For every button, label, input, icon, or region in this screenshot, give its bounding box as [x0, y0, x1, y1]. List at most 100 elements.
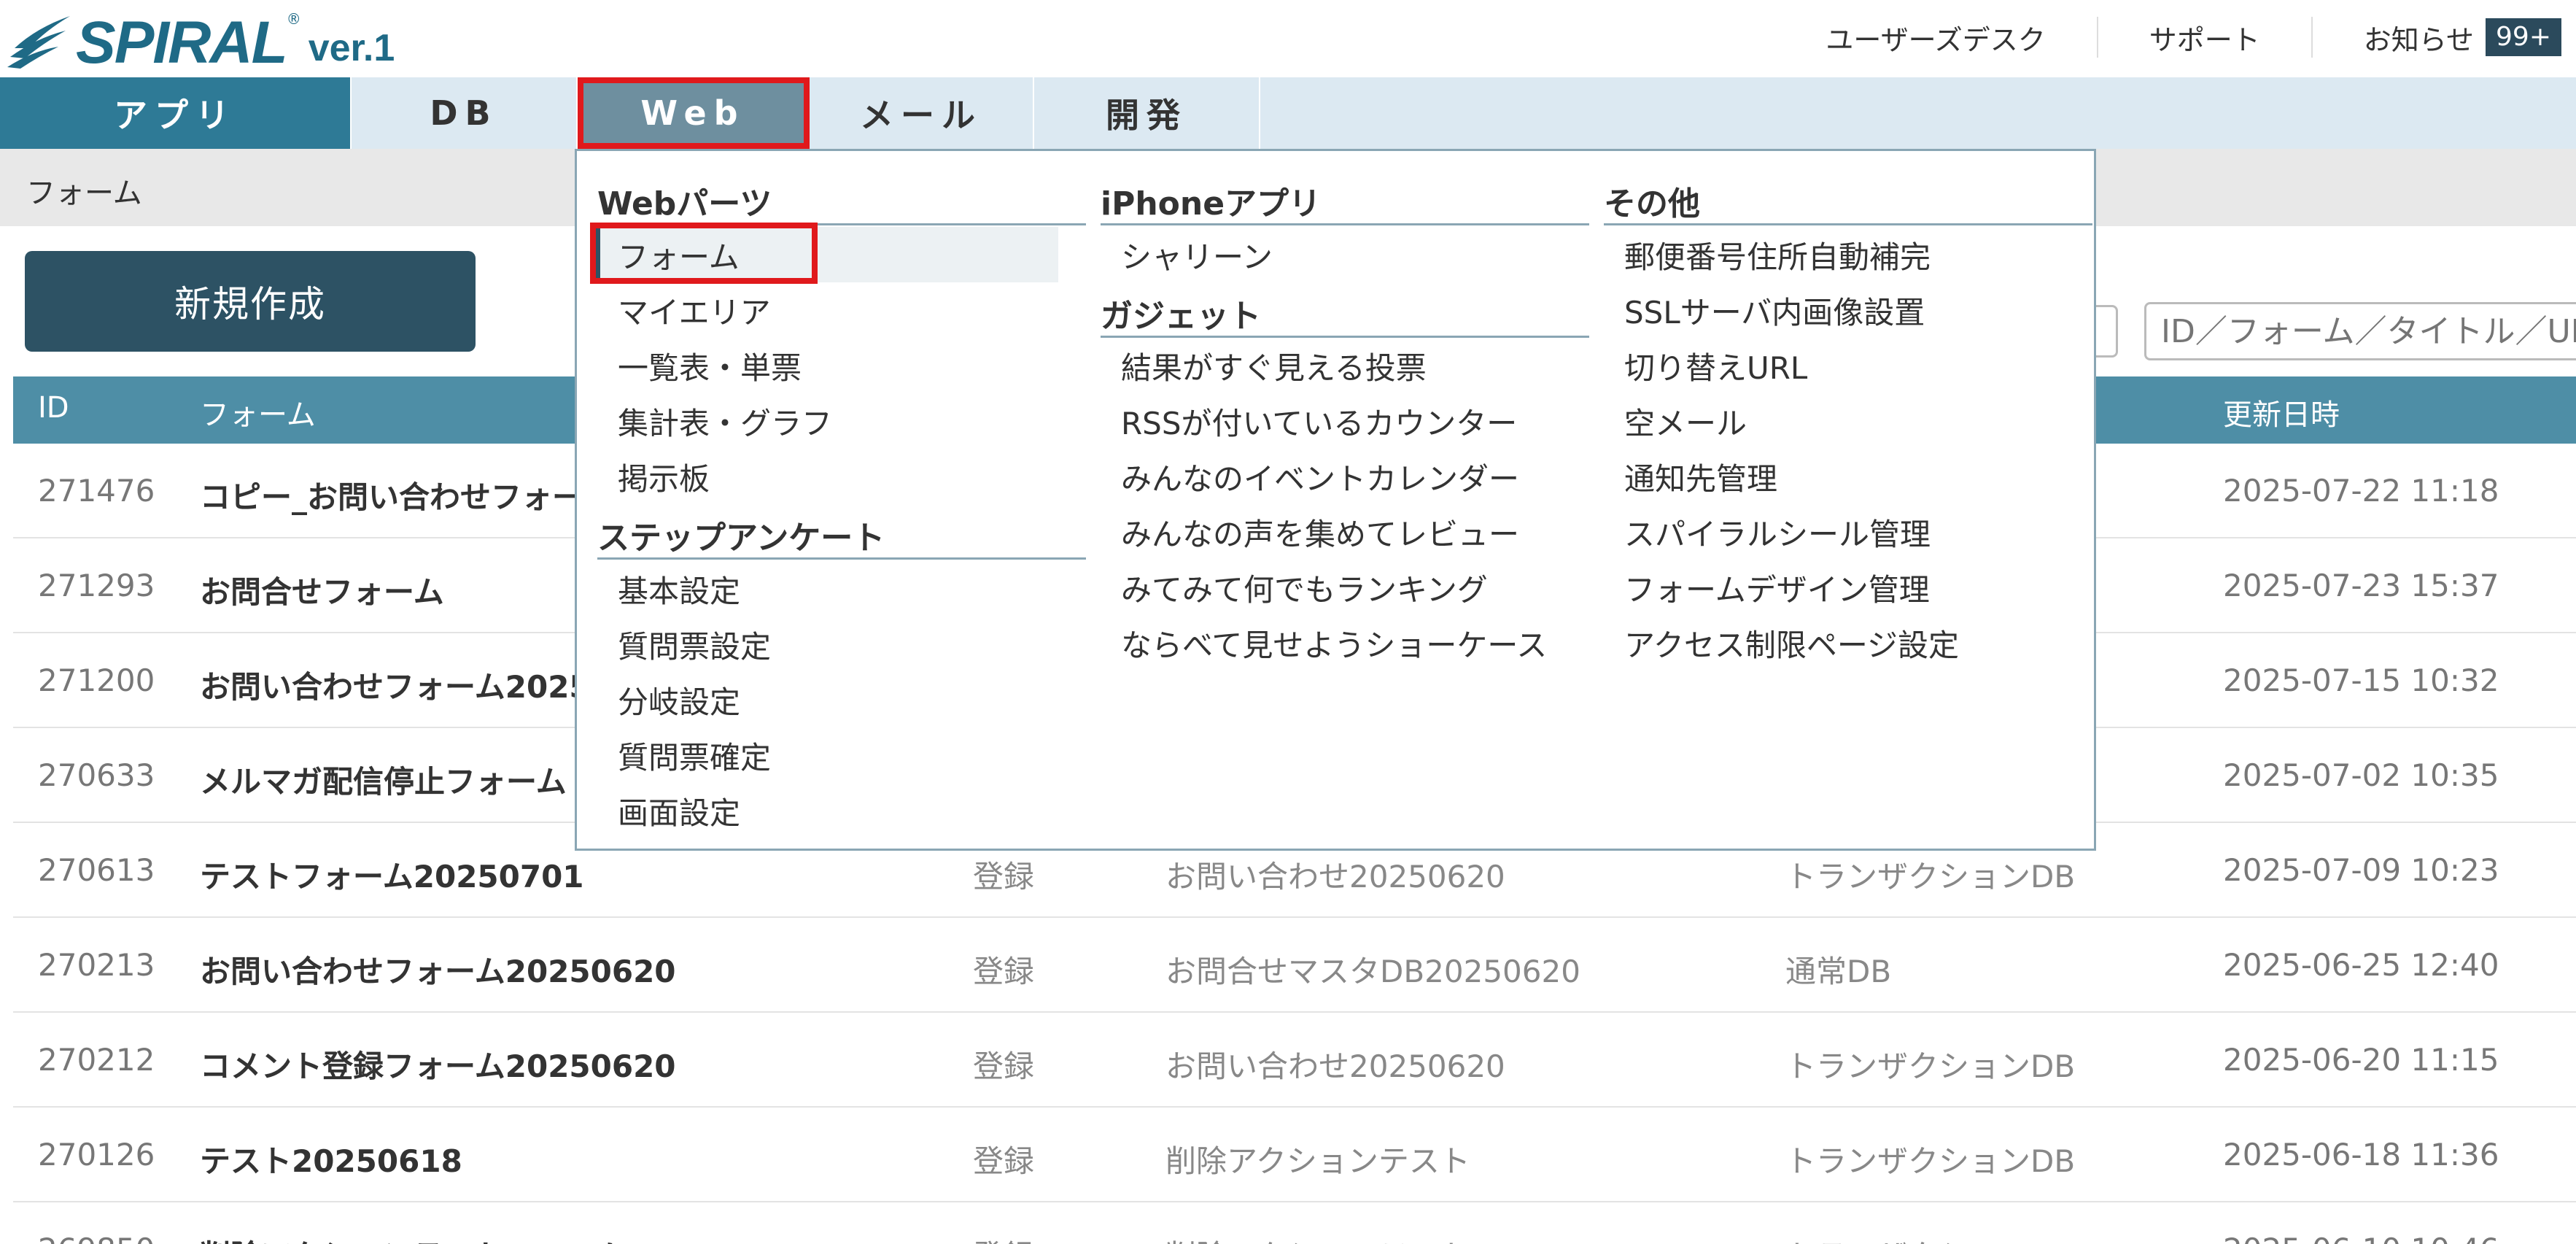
menu-heading-web-parts: Webパーツ	[597, 170, 1086, 225]
table-row[interactable]: 270126 テスト20250618 登録 削除アクションテスト トランザクショ…	[13, 1108, 2576, 1202]
row-db: お問合せマスタDB20250620	[1165, 954, 1580, 989]
row-db-type: トランザクションDB	[1785, 1048, 2076, 1084]
row-db-type: トランザクションDB	[1785, 859, 2076, 895]
search-input[interactable]	[2144, 302, 2576, 360]
row-db: お問い合わせ20250620	[1165, 1048, 1505, 1084]
menu-item-ssl-image[interactable]: SSLサーバ内画像設置	[1608, 282, 2075, 338]
menu-item-bulletin-board[interactable]: 掲示板	[602, 449, 1068, 504]
web-mega-menu: Webパーツ フォーム マイエリア 一覧表・単票 集計表・グラフ 掲示板 ステッ…	[575, 149, 2096, 851]
users-desk-link[interactable]: ユーザーズデスク	[1774, 17, 2096, 58]
menu-heading-iphone-app: iPhoneアプリ	[1101, 170, 1589, 225]
notification-count-badge: 99+	[2486, 18, 2561, 56]
row-updated: 2025-06-10 10:46	[2223, 1232, 2499, 1244]
row-id: 270213	[38, 947, 155, 983]
highlight-box	[590, 223, 818, 284]
create-new-button[interactable]: 新規作成	[25, 251, 476, 352]
page-title: フォーム	[26, 177, 142, 210]
row-type: 登録	[973, 1143, 1035, 1179]
row-form-name[interactable]: コピー_お問い合わせフォーム	[200, 473, 613, 517]
menu-item-summary-graph[interactable]: 集計表・グラフ	[602, 393, 1068, 449]
support-link[interactable]: サポート	[2096, 17, 2311, 58]
menu-item-form-design[interactable]: フォームデザイン管理	[1608, 560, 2075, 615]
menu-item-showcase[interactable]: ならべて見せようショーケース	[1105, 615, 1572, 671]
table-row[interactable]: 270213 お問い合わせフォーム20250620 登録 お問合せマスタDB20…	[13, 918, 2576, 1013]
menu-item-voting[interactable]: 結果がすぐ見える投票	[1105, 338, 1572, 393]
menu-item-ranking[interactable]: みてみて何でもランキング	[1105, 560, 1572, 615]
menu-item-basic-settings[interactable]: 基本設定	[602, 561, 1068, 617]
row-form-name[interactable]: お問合せフォーム	[200, 568, 444, 612]
notifications-link[interactable]: お知らせ 99+	[2311, 17, 2561, 58]
menu-item-access-restriction[interactable]: アクセス制限ページ設定	[1608, 615, 2075, 671]
column-header-form[interactable]: フォーム	[200, 391, 316, 433]
row-form-name[interactable]: メルマガ配信停止フォーム	[200, 757, 567, 802]
row-db: お問い合わせ20250620	[1165, 859, 1505, 895]
nav-tab-db[interactable]: DB	[352, 77, 578, 149]
row-updated: 2025-07-22 11:18	[2223, 473, 2499, 509]
row-type: 登録	[973, 954, 1035, 989]
row-updated: 2025-06-18 11:36	[2223, 1137, 2499, 1172]
row-type: 登録	[973, 859, 1035, 895]
row-id: 270633	[38, 757, 155, 793]
menu-item-screen-settings[interactable]: 画面設定	[602, 783, 1068, 838]
menu-item-rss-counter[interactable]: RSSが付いているカウンター	[1105, 393, 1572, 449]
nav-tab-web[interactable]: Web	[578, 77, 810, 149]
menu-item-empty-mail[interactable]: 空メール	[1608, 393, 2075, 449]
menu-heading-gadget: ガジェット	[1101, 282, 1589, 338]
menu-item-switch-url[interactable]: 切り替えURL	[1608, 338, 2075, 393]
nav-tab-dev[interactable]: 開発	[1034, 77, 1260, 149]
row-db: 削除アクションテスト2	[1165, 1232, 1490, 1244]
menu-item-form[interactable]: フォーム	[590, 223, 1058, 284]
menu-item-questionnaire-settings[interactable]: 質問票設定	[602, 617, 1068, 672]
row-id: 271293	[38, 568, 155, 603]
row-db-type: 通常DB	[1785, 954, 1892, 989]
menu-item-spiral-seal[interactable]: スパイラルシール管理	[1608, 504, 2075, 560]
table-row[interactable]: 269850 削除アクションテストフォーム2 登録 削除アクションテスト2 トラ…	[13, 1202, 2576, 1244]
menu-item-review[interactable]: みんなの声を集めてレビュー	[1105, 504, 1572, 560]
spiral-logo-icon	[7, 16, 70, 69]
menu-item-my-area[interactable]: マイエリア	[602, 282, 1068, 338]
row-id: 271200	[38, 662, 155, 698]
row-form-name[interactable]: コメント登録フォーム20250620	[200, 1042, 676, 1086]
menu-heading-step-survey: ステップアンケート	[597, 504, 1086, 560]
menu-item-event-calendar[interactable]: みんなのイベントカレンダー	[1105, 449, 1572, 504]
row-updated: 2025-06-20 11:15	[2223, 1042, 2499, 1078]
column-header-id[interactable]: ID	[38, 391, 69, 425]
brand-name: SPIRAL	[76, 9, 288, 76]
menu-item-list-view[interactable]: 一覧表・単票	[602, 338, 1068, 393]
main-nav: アプリ DB Web メール 開発	[0, 77, 2576, 149]
row-db-type: トランザクションDB	[1785, 1143, 2076, 1179]
menu-item-notification-dest[interactable]: 通知先管理	[1608, 449, 2075, 504]
version-label: ver.1	[308, 27, 395, 69]
row-updated: 2025-07-15 10:32	[2223, 662, 2499, 698]
nav-tab-apps[interactable]: アプリ	[0, 77, 352, 149]
row-updated: 2025-06-25 12:40	[2223, 947, 2499, 983]
app-header: SPIRAL ® ver.1 ユーザーズデスク サポート お知らせ 99+	[0, 0, 2576, 77]
notifications-label: お知らせ	[2363, 23, 2475, 56]
row-type: 登録	[973, 1232, 1034, 1244]
row-db: 削除アクションテスト	[1165, 1143, 1470, 1179]
table-row[interactable]: 270212 コメント登録フォーム20250620 登録 お問い合わせ20250…	[13, 1013, 2576, 1108]
menu-item-postal-autocomplete[interactable]: 郵便番号住所自動補完	[1608, 227, 2075, 282]
header-links: ユーザーズデスク サポート お知らせ 99+	[1774, 7, 2561, 67]
row-id: 269850	[38, 1232, 155, 1244]
row-id: 270212	[38, 1042, 155, 1078]
row-form-name[interactable]: お問い合わせフォーム20250	[200, 662, 612, 707]
menu-item-branch-settings[interactable]: 分岐設定	[602, 672, 1068, 727]
row-type: 登録	[973, 1048, 1035, 1084]
row-form-name[interactable]: テスト20250618	[200, 1137, 462, 1181]
row-updated: 2025-07-02 10:35	[2223, 757, 2499, 793]
column-header-date[interactable]: 更新日時	[2223, 391, 2340, 433]
row-form-name[interactable]: テストフォーム20250701	[200, 852, 584, 897]
row-id: 271476	[38, 473, 155, 509]
row-db-type: トランザクションDB	[1785, 1232, 2075, 1244]
spiral-logo[interactable]: SPIRAL ® ver.1	[7, 0, 395, 73]
row-form-name[interactable]: 削除アクションテストフォーム2	[200, 1232, 648, 1244]
menu-item-sharin[interactable]: シャリーン	[1105, 227, 1572, 282]
row-id: 270613	[38, 852, 155, 888]
menu-item-questionnaire-confirm[interactable]: 質問票確定	[602, 727, 1068, 783]
row-form-name[interactable]: お問い合わせフォーム20250620	[200, 947, 676, 992]
menu-heading-other: その他	[1604, 170, 2092, 225]
row-updated: 2025-07-09 10:23	[2223, 852, 2499, 888]
nav-tab-mail[interactable]: メール	[810, 77, 1034, 149]
row-updated: 2025-07-23 15:37	[2223, 568, 2499, 603]
